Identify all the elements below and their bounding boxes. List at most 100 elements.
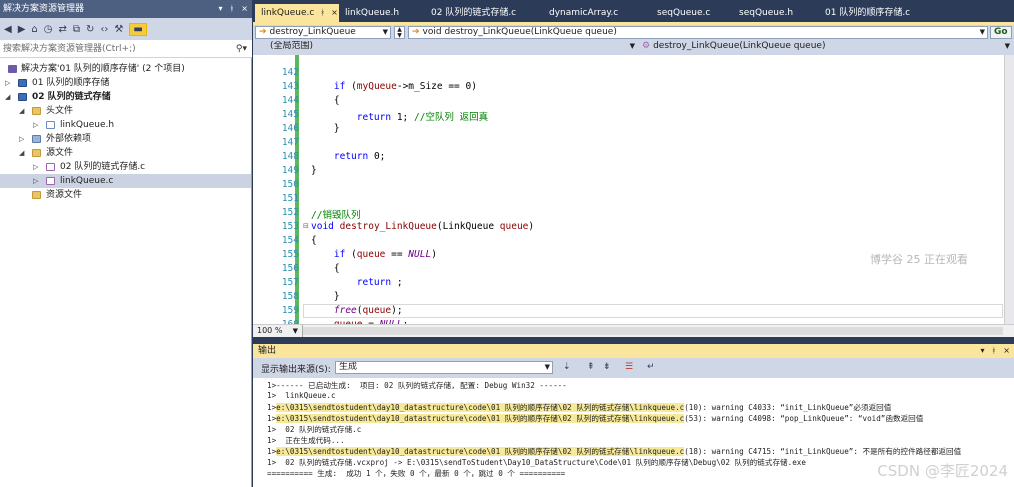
goto-message-icon[interactable]: ⇣ bbox=[563, 362, 571, 372]
code-line[interactable]: } bbox=[311, 291, 340, 302]
tree-item[interactable]: 资源文件 bbox=[0, 188, 251, 202]
close-tab-icon[interactable]: × bbox=[331, 8, 338, 17]
fold-icon[interactable]: ⊟ bbox=[303, 222, 309, 230]
tree-item[interactable]: ▷ 外部依赖项 bbox=[0, 132, 251, 146]
line-number: 147 bbox=[281, 137, 299, 148]
tree-item[interactable]: ▷ linkQueue.h bbox=[0, 118, 251, 132]
function-dropdown[interactable]: ➔ destroy_LinkQueue ▼ bbox=[255, 26, 391, 39]
code-line[interactable]: { bbox=[311, 95, 340, 106]
tree-item[interactable]: 解决方案'01 队列的顺序存储' (2 个项目) bbox=[0, 62, 251, 76]
tab-2[interactable]: linkQueue.h bbox=[339, 4, 423, 22]
tab-4[interactable]: dynamicArray.c bbox=[543, 4, 649, 22]
line-number: 149 bbox=[281, 165, 299, 176]
collapse-arrow-icon[interactable]: ◢ bbox=[5, 90, 10, 104]
tab-7[interactable]: 01 队列的顺序存储.c bbox=[819, 4, 927, 22]
zoom-dropdown[interactable]: 100 % ▼ bbox=[253, 325, 303, 337]
vertical-scrollbar[interactable] bbox=[1004, 55, 1014, 324]
output-line-prefix: 1> bbox=[267, 447, 277, 456]
refresh-icon[interactable]: ↻ bbox=[86, 24, 94, 35]
code-line[interactable]: } bbox=[311, 165, 317, 176]
sync-icon[interactable]: ⇄ bbox=[59, 24, 67, 35]
dropdown-icon[interactable]: ▾ bbox=[218, 0, 222, 18]
output-source-dropdown[interactable]: 生成 ▼ bbox=[335, 361, 553, 374]
search-icon[interactable]: ⚲▾ bbox=[236, 40, 247, 58]
collapse-icon[interactable]: ⧉ bbox=[73, 24, 80, 35]
tree-item[interactable]: ◢ 头文件 bbox=[0, 104, 251, 118]
code-line[interactable]: return 1; //空队列 返回真 bbox=[311, 109, 488, 123]
selection-margin[interactable] bbox=[253, 55, 271, 324]
pin-icon[interactable]: ᚼ bbox=[991, 344, 996, 358]
code-editor[interactable]: 142 143 if (myQueue->m_Size == 0) 144 {145… bbox=[253, 55, 1014, 324]
tree-item[interactable]: ◢ 源文件 bbox=[0, 146, 251, 160]
output-file-path[interactable]: e:\0315\sendtostudent\day10_datastructur… bbox=[276, 414, 685, 423]
code-line[interactable]: } bbox=[311, 123, 340, 134]
code-line[interactable]: if (queue == NULL) bbox=[311, 249, 437, 260]
document-tab-bar: linkQueue.c ᚼ × linkQueue.h 02 队列的链式存储.c dyna… bbox=[253, 0, 1014, 22]
code-line[interactable]: void destroy_LinkQueue(LinkQueue queue) bbox=[311, 221, 534, 232]
expand-icon[interactable]: ▷ bbox=[19, 132, 24, 146]
tab-6[interactable]: seqQueue.h bbox=[733, 4, 817, 22]
output-line: 1> 正在生成代码... bbox=[267, 436, 345, 445]
code-line[interactable]: return 0; bbox=[311, 151, 386, 162]
signature-dropdown[interactable]: ➔ void destroy_LinkQueue(LinkQueue queue)… bbox=[408, 26, 988, 39]
home-icon[interactable]: ⌂ bbox=[31, 24, 37, 35]
solution-search-input[interactable]: 搜索解决方案资源管理器(Ctrl+;) ⚲▾ bbox=[0, 40, 252, 58]
tree-item[interactable]: ▷ 01 队列的顺序存储 bbox=[0, 76, 251, 90]
expand-icon[interactable]: ▷ bbox=[33, 160, 38, 174]
clear-all-icon[interactable]: ☰ bbox=[625, 362, 633, 372]
method-icon: ⚙ bbox=[642, 41, 651, 51]
code-line[interactable]: { bbox=[311, 235, 317, 246]
back-icon[interactable]: ◀ bbox=[4, 24, 12, 35]
expand-icon[interactable]: ▷ bbox=[33, 118, 38, 132]
pin-icon[interactable]: ᚼ bbox=[229, 0, 234, 18]
output-line: 1>e:\0315\sendtostudent\day10_datastruct… bbox=[267, 446, 961, 457]
output-text-area[interactable]: 1>------ 已启动生成: 项目: 02 队列的链式存储, 配置: Debu… bbox=[253, 378, 1014, 487]
c-file-icon bbox=[46, 177, 55, 185]
code-line[interactable]: { bbox=[311, 263, 340, 274]
tree-item[interactable]: ◢ 02 队列的链式存储 bbox=[0, 90, 251, 104]
output-line: 1> linkQueue.c bbox=[267, 391, 336, 400]
code-line[interactable]: return ; bbox=[311, 277, 403, 288]
code-view-icon[interactable]: ‹› bbox=[100, 24, 108, 35]
code-line[interactable]: //销毁队列 bbox=[311, 207, 360, 221]
code-line[interactable]: if (myQueue->m_Size == 0) bbox=[311, 81, 477, 92]
dropdown-icon[interactable]: ▾ bbox=[980, 344, 984, 358]
collapse-arrow-icon[interactable]: ◢ bbox=[19, 104, 24, 118]
collapse-arrow-icon[interactable]: ◢ bbox=[19, 146, 24, 160]
close-icon[interactable]: × bbox=[241, 0, 248, 18]
output-file-path[interactable]: e:\0315\sendtostudent\day10_datastructur… bbox=[276, 447, 685, 456]
output-line-prefix: 1> bbox=[267, 403, 277, 412]
line-number: 143 bbox=[281, 81, 299, 92]
nav-spin-button[interactable]: ▲ ▼ bbox=[394, 26, 405, 39]
line-number: 156 bbox=[281, 263, 299, 274]
tree-item-label: linkQueue.c bbox=[60, 176, 114, 186]
solution-icon bbox=[8, 65, 17, 73]
preview-icon[interactable]: ▬ bbox=[129, 22, 147, 36]
forward-icon[interactable]: ▶ bbox=[18, 24, 26, 35]
tree-item[interactable]: ▷ linkQueue.c bbox=[0, 174, 251, 188]
expand-icon[interactable]: ▷ bbox=[33, 174, 38, 188]
member-dropdown[interactable]: ⚙ destroy_LinkQueue(LinkQueue queue) ▼ bbox=[639, 41, 1012, 54]
scope-dropdown[interactable]: (全局范围) ▼ bbox=[255, 41, 637, 54]
tab-5[interactable]: seqQueue.c bbox=[651, 4, 731, 22]
previous-message-icon[interactable]: ⇞ bbox=[587, 362, 595, 372]
member-dropdown-value: destroy_LinkQueue(LinkQueue queue) bbox=[653, 41, 826, 51]
next-message-icon[interactable]: ⇟ bbox=[603, 362, 611, 372]
close-icon[interactable]: × bbox=[1003, 344, 1010, 358]
code-line[interactable]: free(queue); bbox=[311, 305, 403, 316]
pin-icon[interactable]: ᚼ bbox=[320, 8, 325, 17]
word-wrap-icon[interactable]: ↵ bbox=[647, 362, 655, 372]
go-button[interactable]: Go bbox=[990, 26, 1012, 39]
splitter[interactable] bbox=[253, 337, 1014, 344]
tab-1[interactable]: linkQueue.c ᚼ × bbox=[255, 4, 339, 22]
output-message: (18): warning C4715: “init_LinkQueue”: 不… bbox=[684, 447, 962, 456]
tree-item-label: linkQueue.h bbox=[60, 120, 115, 130]
output-file-path[interactable]: e:\0315\sendtostudent\day10_datastructur… bbox=[276, 403, 685, 412]
tree-item[interactable]: ▷ 02 队列的链式存储.c bbox=[0, 160, 251, 174]
history-icon[interactable]: ◷ bbox=[44, 24, 53, 35]
properties-icon[interactable]: ⚒ bbox=[114, 24, 123, 35]
tab-3[interactable]: 02 队列的链式存储.c bbox=[425, 4, 541, 22]
horizontal-scrollbar[interactable] bbox=[303, 327, 1003, 335]
expand-icon[interactable]: ▷ bbox=[5, 76, 10, 90]
scope-dropdown-value: (全局范围) bbox=[270, 41, 314, 51]
